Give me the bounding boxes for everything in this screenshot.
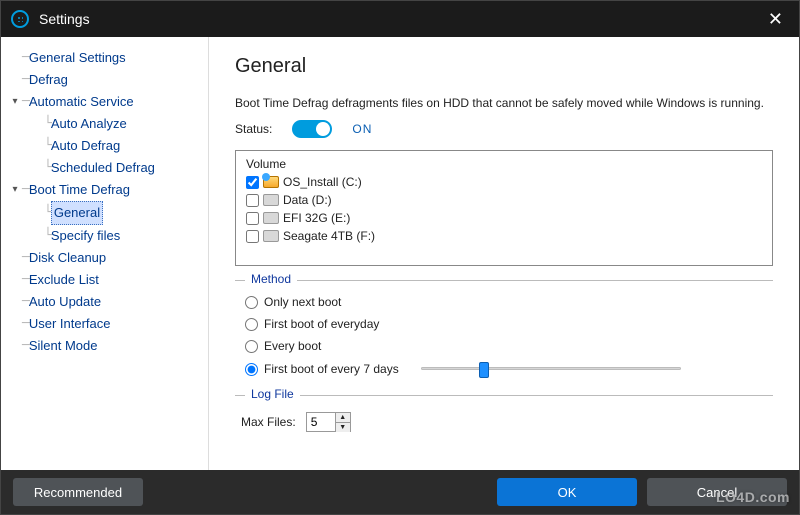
settings-panel: General Boot Time Defrag defragments fil… [209,37,799,470]
sidebar-item-boot-time-defrag[interactable]: ▾─ Boot Time Defrag [9,179,204,201]
volume-row[interactable]: Seagate 4TB (F:) [242,227,766,245]
volume-label: OS_Install (C:) [283,173,362,191]
page-description: Boot Time Defrag defragments files on HD… [235,96,773,110]
titlebar: Settings ✕ [1,1,799,37]
sidebar-item-general[interactable]: └ General [9,201,204,225]
method-option-every[interactable]: Every boot [235,335,773,357]
sidebar-item-user-interface[interactable]: ─ User Interface [9,313,204,335]
stepper-up-icon[interactable]: ▲ [336,413,350,423]
sidebar-item-exclude-list[interactable]: ─ Exclude List [9,269,204,291]
maxfiles-label: Max Files: [241,415,296,429]
volume-checkbox[interactable] [246,212,259,225]
status-toggle[interactable] [292,120,332,138]
status-label: Status: [235,122,272,136]
volume-label: EFI 32G (E:) [283,209,350,227]
method-option-weekly[interactable]: First boot of every 7 days [235,357,773,381]
method-radio[interactable] [245,363,258,376]
slider-thumb-icon[interactable] [479,362,489,378]
volume-label: Seagate 4TB (F:) [283,227,375,245]
volume-row[interactable]: EFI 32G (E:) [242,209,766,227]
sidebar-item-label: Disk Cleanup [29,247,106,269]
logfile-legend: Log File [245,387,300,401]
volume-checkbox[interactable] [246,230,259,243]
system-drive-icon [263,176,279,188]
page-title: General [235,55,773,78]
sidebar-item-label: Auto Update [29,291,101,313]
stepper-down-icon[interactable]: ▼ [336,423,350,432]
volume-label: Data (D:) [283,191,332,209]
volume-list: Volume OS_Install (C:)Data (D:)EFI 32G (… [235,150,773,266]
settings-tree: ─ General Settings─ Defrag▾─ Automatic S… [1,37,209,470]
status-text: ON [352,122,372,136]
settings-window: Settings ✕ ─ General Settings─ Defrag▾─ … [0,0,800,515]
method-radio[interactable] [245,296,258,309]
app-logo-icon [11,10,29,28]
days-slider[interactable] [421,361,681,377]
drive-icon [263,212,279,224]
sidebar-item-automatic-service[interactable]: ▾─ Automatic Service [9,91,204,113]
sidebar-item-label: Silent Mode [29,335,98,357]
sidebar-item-label: Defrag [29,69,68,91]
maxfiles-stepper[interactable]: ▲ ▼ [306,412,351,432]
sidebar-item-label: Auto Defrag [51,135,120,157]
maxfiles-input[interactable] [307,413,335,431]
volume-checkbox[interactable] [246,194,259,207]
cancel-button[interactable]: Cancel [647,478,787,506]
sidebar-item-defrag[interactable]: ─ Defrag [9,69,204,91]
sidebar-item-scheduled-defrag[interactable]: └ Scheduled Defrag [9,157,204,179]
ok-button[interactable]: OK [497,478,637,506]
method-label: First boot of everyday [264,317,379,331]
sidebar-item-silent-mode[interactable]: ─ Silent Mode [9,335,204,357]
method-radio[interactable] [245,340,258,353]
sidebar-item-label: General Settings [29,47,126,69]
close-icon[interactable]: ✕ [762,7,789,32]
sidebar-item-label: Scheduled Defrag [51,157,155,179]
recommended-button[interactable]: Recommended [13,478,143,506]
drive-icon [263,194,279,206]
method-label: Only next boot [264,295,341,309]
volume-row[interactable]: OS_Install (C:) [242,173,766,191]
sidebar-item-disk-cleanup[interactable]: ─ Disk Cleanup [9,247,204,269]
method-option-next[interactable]: Only next boot [235,291,773,313]
window-title: Settings [39,11,90,27]
sidebar-item-label: User Interface [29,313,111,335]
sidebar-item-specify-files[interactable]: └ Specify files [9,225,204,247]
sidebar-item-label: Exclude List [29,269,99,291]
method-label: Every boot [264,339,321,353]
sidebar-item-label: Automatic Service [29,91,134,113]
dialog-footer: Recommended OK Cancel [1,470,799,514]
sidebar-item-auto-update[interactable]: ─ Auto Update [9,291,204,313]
method-label: First boot of every 7 days [264,362,399,376]
drive-icon [263,230,279,242]
method-group: Method Only next bootFirst boot of every… [235,280,773,381]
volume-row[interactable]: Data (D:) [242,191,766,209]
sidebar-item-label: General [51,201,103,225]
method-legend: Method [245,272,297,286]
sidebar-item-auto-defrag[interactable]: └ Auto Defrag [9,135,204,157]
sidebar-item-label: Boot Time Defrag [29,179,130,201]
method-radio[interactable] [245,318,258,331]
volume-checkbox[interactable] [246,176,259,189]
method-option-daily[interactable]: First boot of everyday [235,313,773,335]
tree-toggle-icon[interactable]: ▾ [9,179,21,201]
tree-toggle-icon[interactable]: ▾ [9,91,21,113]
sidebar-item-label: Auto Analyze [51,113,127,135]
sidebar-item-general-settings[interactable]: ─ General Settings [9,47,204,69]
logfile-group: Log File Max Files: ▲ ▼ [235,395,773,438]
sidebar-item-label: Specify files [51,225,120,247]
sidebar-item-auto-analyze[interactable]: └ Auto Analyze [9,113,204,135]
volume-header: Volume [242,155,766,173]
